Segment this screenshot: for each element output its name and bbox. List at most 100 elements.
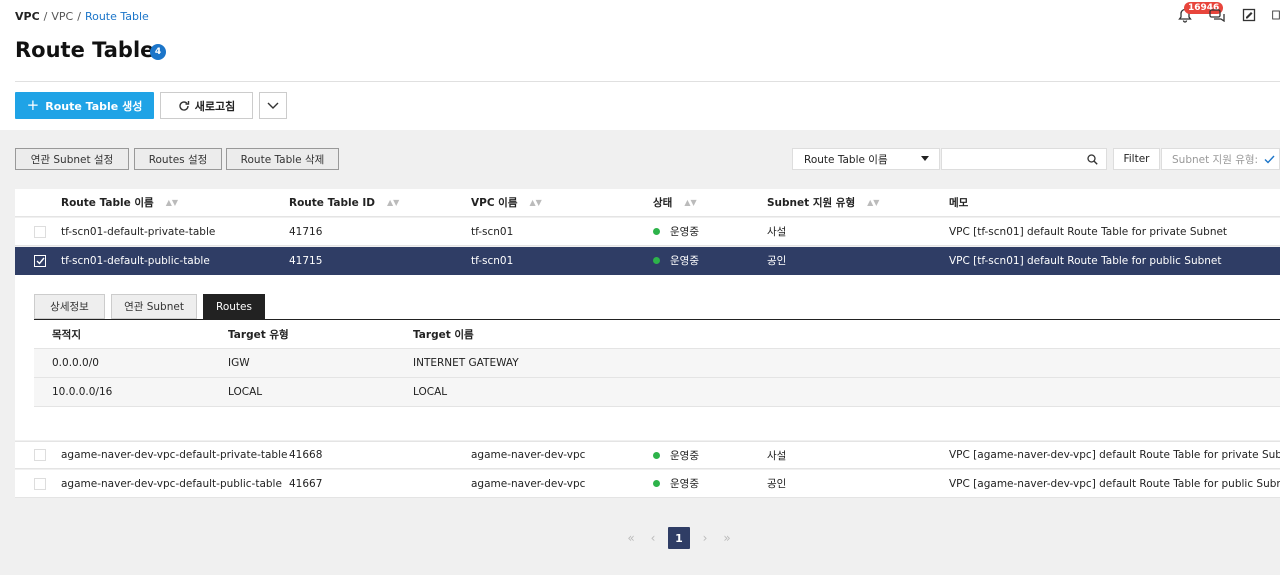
- status-label: 운영중: [670, 449, 699, 462]
- memo: VPC [tf-scn01] default Route Table for p…: [949, 225, 1228, 238]
- status: 운영중: [653, 253, 699, 268]
- row-checkbox[interactable]: [34, 449, 46, 461]
- sort-icon: ▲▼: [867, 198, 880, 207]
- table-row[interactable]: tf-scn01-default-private-table 41716 tf-…: [15, 218, 1280, 246]
- routes-column-destination: 목적지: [52, 328, 81, 341]
- breadcrumb: VPC / VPC / Route Table: [15, 10, 149, 23]
- sort-icon: ▲▼: [684, 198, 697, 207]
- route-table-id: 41668: [289, 449, 323, 461]
- search-input[interactable]: [941, 148, 1107, 170]
- routes-header-row: 목적지 Target 유형 Target 이름: [34, 320, 1280, 349]
- column-header-label: Subnet 지원 유형: [767, 197, 856, 209]
- table-row-selected[interactable]: tf-scn01-default-public-table 41715 tf-s…: [15, 247, 1280, 275]
- tab-associated-subnet[interactable]: 연관 Subnet: [111, 294, 197, 319]
- route-target-name: LOCAL: [413, 386, 448, 398]
- sort-icon: ▲▼: [165, 198, 178, 207]
- status: 운영중: [653, 448, 699, 463]
- memo: VPC [tf-scn01] default Route Table for p…: [949, 254, 1222, 267]
- delete-route-table-button[interactable]: Route Table 삭제: [226, 148, 339, 170]
- status: 운영중: [653, 476, 699, 491]
- prev-page-icon[interactable]: ‹: [642, 527, 664, 549]
- breadcrumb-root[interactable]: VPC: [15, 10, 40, 23]
- header-icons: 16946: [1176, 2, 1280, 24]
- page-number-current[interactable]: 1: [668, 527, 690, 549]
- route-target-type: LOCAL: [228, 386, 263, 398]
- route-destination: 0.0.0.0/0: [52, 357, 99, 369]
- status-dot-icon: [653, 451, 660, 459]
- tab-routes[interactable]: Routes: [203, 294, 265, 319]
- table-row[interactable]: agame-naver-dev-vpc-default-private-tabl…: [15, 441, 1280, 469]
- column-header-vpc[interactable]: VPC 이름 ▲▼: [471, 195, 542, 210]
- page-title: Route Table: [15, 38, 155, 62]
- column-header-name[interactable]: Route Table 이름 ▲▼: [61, 195, 178, 210]
- memo: VPC [agame-naver-dev-vpc] default Route …: [949, 477, 1280, 490]
- table-header-row: Route Table 이름 ▲▼ Route Table ID ▲▼ VPC 이름…: [15, 189, 1280, 217]
- row-checkbox[interactable]: [34, 477, 46, 490]
- routes-setting-button[interactable]: Routes 설정: [134, 148, 222, 170]
- route-table-name: tf-scn01-default-public-table: [61, 254, 210, 267]
- filter-button[interactable]: Filter: [1113, 148, 1160, 170]
- status: 운영중: [653, 224, 699, 239]
- breadcrumb-current: Route Table: [84, 10, 149, 23]
- route-table-id: 41667: [289, 477, 323, 490]
- vpc-name: agame-naver-dev-vpc: [471, 477, 586, 490]
- associate-subnet-button[interactable]: 연관 Subnet 설정: [15, 148, 129, 170]
- sort-icon: ▲▼: [529, 198, 542, 207]
- route-row: 0.0.0.0/0 IGW INTERNET GATEWAY: [34, 349, 1280, 378]
- vpc-name: tf-scn01: [471, 254, 514, 267]
- subnet-type: 사설: [767, 449, 787, 462]
- route-destination: 10.0.0.0/16: [52, 386, 113, 398]
- search-icon[interactable]: [1087, 153, 1098, 165]
- column-header-status[interactable]: 상태 ▲▼: [653, 195, 697, 210]
- status-dot-icon: [653, 480, 660, 487]
- subnet-type-filter[interactable]: Subnet 지원 유형:: [1161, 148, 1280, 170]
- routes-column-target-name: Target 이름: [413, 328, 474, 341]
- vpc-name: tf-scn01: [471, 225, 514, 238]
- breadcrumb-vpc[interactable]: VPC: [51, 10, 73, 23]
- filter-field-select[interactable]: Route Table 이름: [792, 148, 940, 170]
- column-header-id[interactable]: Route Table ID ▲▼: [289, 197, 399, 209]
- column-header-memo: 메모: [949, 197, 969, 209]
- column-header-label: Route Table ID: [289, 196, 375, 209]
- title-divider: [15, 81, 1280, 82]
- edit-note-icon[interactable]: [1240, 6, 1258, 24]
- caret-down-icon: [921, 156, 929, 161]
- document-icon[interactable]: [1272, 6, 1280, 24]
- chat-icon[interactable]: [1208, 6, 1226, 24]
- route-table-name: agame-naver-dev-vpc-default-private-tabl…: [61, 449, 288, 461]
- row-checkbox[interactable]: [34, 225, 46, 238]
- breadcrumb-separator: /: [77, 10, 81, 23]
- count-badge: 4: [150, 44, 166, 60]
- refresh-button-label: 새로고침: [194, 99, 236, 113]
- top-bar: VPC / VPC / Route Table 16946 Route Tabl…: [0, 0, 1280, 130]
- bell-icon[interactable]: 16946: [1176, 2, 1224, 24]
- last-page-icon[interactable]: »: [716, 527, 738, 549]
- subnet-type-filter-label: Subnet 지원 유형:: [1172, 153, 1259, 166]
- refresh-button[interactable]: 새로고침: [160, 92, 253, 119]
- row-checkbox-checked[interactable]: [34, 254, 46, 267]
- create-route-table-button[interactable]: + Route Table 생성: [15, 92, 154, 119]
- subnet-type: 공인: [767, 478, 787, 490]
- chevron-down-icon: [267, 102, 279, 109]
- next-page-icon[interactable]: ›: [694, 527, 716, 549]
- sort-icon: ▲▼: [386, 198, 400, 207]
- filter-field-value: Route Table 이름: [804, 153, 888, 166]
- vpc-name: agame-naver-dev-vpc: [471, 449, 586, 461]
- table-row[interactable]: agame-naver-dev-vpc-default-public-table…: [15, 470, 1280, 498]
- first-page-icon[interactable]: «: [620, 527, 642, 549]
- more-dropdown-button[interactable]: [259, 92, 287, 119]
- column-header-label: Route Table 이름: [61, 197, 154, 209]
- route-table-id: 41716: [289, 225, 323, 238]
- plus-icon: +: [26, 96, 40, 114]
- route-target-type: IGW: [228, 357, 250, 369]
- route-table-name: agame-naver-dev-vpc-default-public-table: [61, 477, 282, 490]
- tab-details[interactable]: 상세정보: [34, 294, 105, 319]
- status-label: 운영중: [670, 478, 699, 490]
- status-label: 운영중: [670, 226, 699, 238]
- routes-column-target-type: Target 유형: [228, 328, 289, 341]
- column-header-subnet-type[interactable]: Subnet 지원 유형 ▲▼: [767, 195, 879, 210]
- create-button-label: Route Table 생성: [45, 99, 143, 113]
- route-table-id: 41715: [289, 254, 323, 267]
- status-dot-icon: [653, 228, 660, 235]
- subnet-type: 사설: [767, 226, 787, 238]
